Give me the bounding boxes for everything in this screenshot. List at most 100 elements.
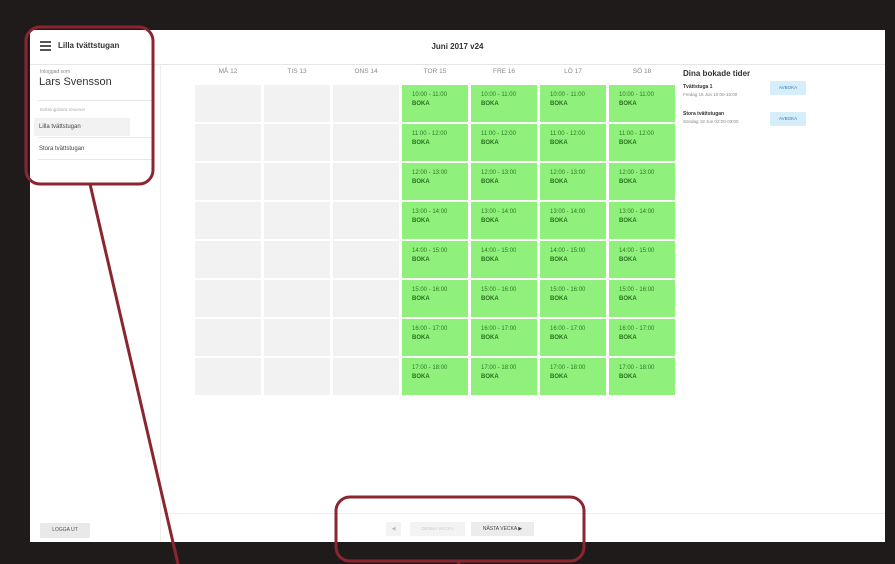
book-slot-label: BOKA xyxy=(412,218,430,224)
unavailable-slot xyxy=(264,358,330,395)
resources-section-label: Bokningsbara resurser xyxy=(40,107,86,112)
book-slot-label: BOKA xyxy=(481,257,499,263)
bottom-bar: ◀ DENNA VECKA NÄSTA VECKA ▶ xyxy=(160,513,885,542)
time-slot[interactable]: 11:00 - 12:00 BOKA xyxy=(540,124,606,161)
time-slot[interactable]: 13:00 - 14:00 BOKA xyxy=(471,202,537,239)
time-slot[interactable]: 10:00 - 11:00 BOKA xyxy=(540,85,606,122)
slot-time: 13:00 - 14:00 xyxy=(550,209,586,215)
slot-time: 16:00 - 17:00 xyxy=(481,326,517,332)
booked-times-panel: Dina bokade tider Tvättstuga 1 Fredag 16… xyxy=(683,67,873,187)
user-name: Lars Svensson xyxy=(39,76,112,88)
logout-button[interactable]: LOGGA UT xyxy=(40,523,90,538)
unavailable-slot xyxy=(195,124,261,161)
book-slot-label: BOKA xyxy=(619,257,637,263)
slot-time: 14:00 - 15:00 xyxy=(481,248,517,254)
sidebar-item-stora-tvattstugan[interactable]: Stora tvättstugan xyxy=(34,140,130,158)
book-slot-label: BOKA xyxy=(619,179,637,185)
book-slot-label: BOKA xyxy=(550,101,568,107)
book-slot-label: BOKA xyxy=(481,335,499,341)
time-slot[interactable]: 13:00 - 14:00 BOKA xyxy=(540,202,606,239)
time-slot[interactable]: 15:00 - 16:00 BOKA xyxy=(540,280,606,317)
cancel-booking-button[interactable]: AVBOKA xyxy=(770,112,806,126)
booking-name: Tvättstuga 1 xyxy=(683,84,713,90)
time-slot[interactable]: 10:00 - 11:00 BOKA xyxy=(402,85,468,122)
booking-time: Fredag 16 Jun 10:00-15:00 xyxy=(683,92,738,97)
top-bar: Lilla tvättstugan Juni 2017 v24 xyxy=(30,30,885,65)
time-slot[interactable]: 11:00 - 12:00 BOKA xyxy=(402,124,468,161)
time-slot[interactable]: 12:00 - 13:00 BOKA xyxy=(402,163,468,200)
time-slot[interactable]: 14:00 - 15:00 BOKA xyxy=(471,241,537,278)
unavailable-slot xyxy=(264,85,330,122)
time-slot[interactable]: 15:00 - 16:00 BOKA xyxy=(402,280,468,317)
time-slot[interactable]: 14:00 - 15:00 BOKA xyxy=(609,241,675,278)
unavailable-slot xyxy=(333,319,399,356)
time-slot[interactable]: 10:00 - 11:00 BOKA xyxy=(471,85,537,122)
slot-time: 16:00 - 17:00 xyxy=(412,326,448,332)
slot-time: 15:00 - 16:00 xyxy=(619,287,655,293)
day-header: ONS 14 xyxy=(354,68,378,75)
slot-time: 13:00 - 14:00 xyxy=(619,209,655,215)
unavailable-slot xyxy=(195,319,261,356)
slot-time: 15:00 - 16:00 xyxy=(412,287,448,293)
slot-time: 12:00 - 13:00 xyxy=(481,170,517,176)
slot-time: 14:00 - 15:00 xyxy=(619,248,655,254)
slot-time: 11:00 - 12:00 xyxy=(481,131,516,137)
time-slot[interactable]: 16:00 - 17:00 BOKA xyxy=(540,319,606,356)
time-slot[interactable]: 17:00 - 18:00 BOKA xyxy=(540,358,606,395)
slot-time: 14:00 - 15:00 xyxy=(412,248,448,254)
unavailable-slot xyxy=(264,163,330,200)
next-week-button[interactable]: NÄSTA VECKA ▶ xyxy=(471,522,534,536)
time-slot[interactable]: 15:00 - 16:00 BOKA xyxy=(471,280,537,317)
time-slot[interactable]: 17:00 - 18:00 BOKA xyxy=(402,358,468,395)
unavailable-slot xyxy=(333,163,399,200)
slot-time: 10:00 - 11:00 xyxy=(550,92,585,98)
unavailable-slot xyxy=(333,202,399,239)
time-slot[interactable]: 17:00 - 18:00 BOKA xyxy=(471,358,537,395)
time-slot[interactable]: 12:00 - 13:00 BOKA xyxy=(540,163,606,200)
unavailable-slot xyxy=(333,358,399,395)
sidebar-divider xyxy=(38,137,152,138)
time-slot[interactable]: 12:00 - 13:00 BOKA xyxy=(471,163,537,200)
day-header: SÖ 18 xyxy=(632,68,652,75)
book-slot-label: BOKA xyxy=(412,335,430,341)
cancel-booking-button[interactable]: AVBOKA xyxy=(770,81,806,95)
unavailable-slot xyxy=(333,85,399,122)
sidebar-divider xyxy=(38,159,152,160)
time-slot[interactable]: 14:00 - 15:00 BOKA xyxy=(402,241,468,278)
previous-week-button[interactable]: ◀ xyxy=(386,522,401,536)
time-slot[interactable]: 11:00 - 12:00 BOKA xyxy=(609,124,675,161)
book-slot-label: BOKA xyxy=(550,296,568,302)
book-slot-label: BOKA xyxy=(550,179,568,185)
this-week-button[interactable]: DENNA VECKA xyxy=(410,522,465,536)
time-slot[interactable]: 13:00 - 14:00 BOKA xyxy=(609,202,675,239)
book-slot-label: BOKA xyxy=(412,140,430,146)
book-slot-label: BOKA xyxy=(550,140,568,146)
unavailable-slot xyxy=(195,85,261,122)
book-slot-label: BOKA xyxy=(481,140,499,146)
slot-time: 16:00 - 17:00 xyxy=(550,326,586,332)
day-header: LÖ 17 xyxy=(564,68,582,75)
slot-time: 17:00 - 18:00 xyxy=(619,365,655,371)
slot-time: 10:00 - 11:00 xyxy=(481,92,516,98)
unavailable-slot xyxy=(195,241,261,278)
time-slot[interactable]: 17:00 - 18:00 BOKA xyxy=(609,358,675,395)
book-slot-label: BOKA xyxy=(481,218,499,224)
book-slot-label: BOKA xyxy=(619,218,637,224)
time-slot[interactable]: 12:00 - 13:00 BOKA xyxy=(609,163,675,200)
book-slot-label: BOKA xyxy=(619,101,637,107)
unavailable-slot xyxy=(333,280,399,317)
time-slot[interactable]: 15:00 - 16:00 BOKA xyxy=(609,280,675,317)
time-slot[interactable]: 10:00 - 11:00 BOKA xyxy=(609,85,675,122)
slot-time: 11:00 - 12:00 xyxy=(550,131,585,137)
day-header: FRE 16 xyxy=(492,68,516,75)
time-slot[interactable]: 14:00 - 15:00 BOKA xyxy=(540,241,606,278)
sidebar-item-lilla-tvattstugan[interactable]: Lilla tvättstugan xyxy=(34,118,130,136)
time-slot[interactable]: 11:00 - 12:00 BOKA xyxy=(471,124,537,161)
slot-time: 13:00 - 14:00 xyxy=(481,209,517,215)
time-slot[interactable]: 13:00 - 14:00 BOKA xyxy=(402,202,468,239)
time-slot[interactable]: 16:00 - 17:00 BOKA xyxy=(471,319,537,356)
slot-time: 17:00 - 18:00 xyxy=(412,365,448,371)
time-slot[interactable]: 16:00 - 17:00 BOKA xyxy=(402,319,468,356)
book-slot-label: BOKA xyxy=(550,218,568,224)
time-slot[interactable]: 16:00 - 17:00 BOKA xyxy=(609,319,675,356)
